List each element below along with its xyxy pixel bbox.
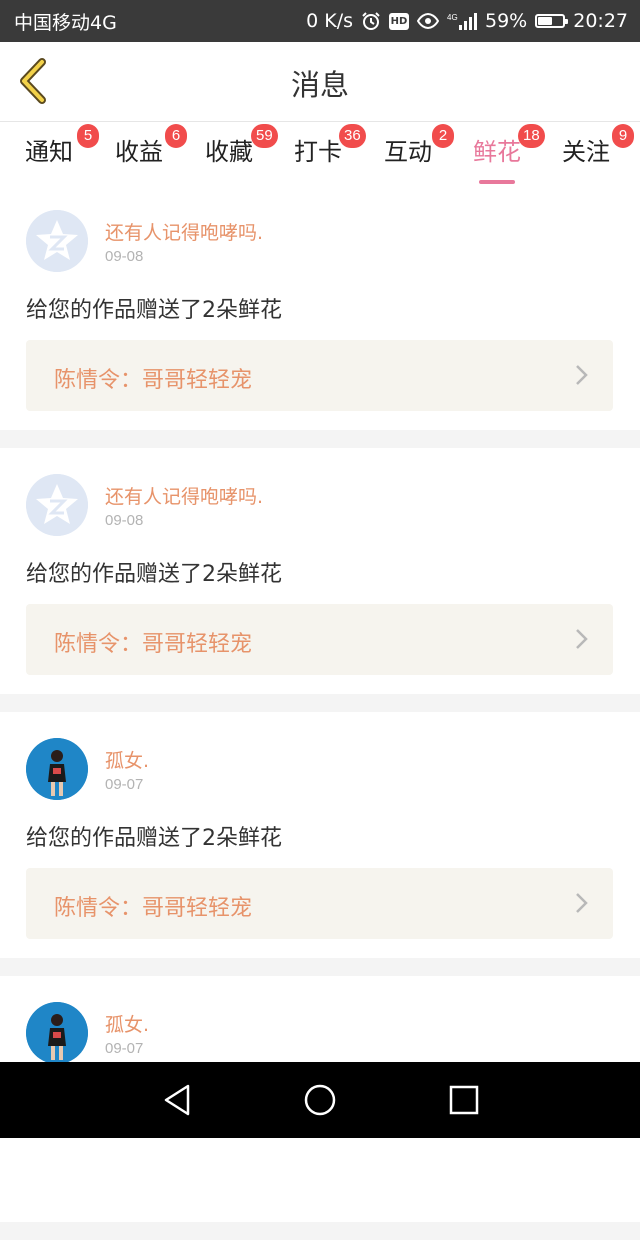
message-date: 09-08 bbox=[105, 248, 144, 265]
user-photo-icon bbox=[26, 738, 88, 800]
tab-interaction[interactable]: 互动 2 bbox=[384, 124, 454, 167]
avatar[interactable] bbox=[26, 474, 88, 536]
signal-icon: 4G bbox=[447, 12, 477, 30]
tab-label: 收藏 bbox=[205, 138, 253, 166]
message-text: 给您的作品赠送了2朵鲜花 bbox=[26, 298, 282, 323]
circle-home-icon bbox=[304, 1084, 336, 1116]
net-speed: 0 K/s bbox=[306, 10, 353, 32]
avatar[interactable] bbox=[26, 1002, 88, 1064]
tab-flowers[interactable]: 鲜花 18 bbox=[473, 124, 545, 184]
status-indicators: 0 K/s HD 4G 59% 20:27 bbox=[306, 10, 628, 32]
svg-text:4G: 4G bbox=[447, 13, 458, 22]
nav-recents-button[interactable] bbox=[446, 1082, 482, 1122]
tab-favorites[interactable]: 收藏 59 bbox=[205, 124, 278, 167]
unread-badge: 18 bbox=[518, 124, 545, 148]
work-title: 陈情令：哥哥轻轻宠 bbox=[54, 632, 253, 657]
avatar[interactable] bbox=[26, 210, 88, 272]
list-item: 还有人记得咆哮吗. 09-08 给您的作品赠送了2朵鲜花 陈情令：哥哥轻轻宠 bbox=[0, 184, 640, 430]
page-title: 消息 bbox=[290, 68, 349, 102]
message-date: 09-08 bbox=[105, 512, 144, 529]
list-item: 还有人记得咆哮吗. 09-08 给您的作品赠送了2朵鲜花 陈情令：哥哥轻轻宠 bbox=[0, 448, 640, 694]
nav-back-button[interactable] bbox=[160, 1082, 196, 1122]
unread-badge: 2 bbox=[432, 124, 454, 148]
system-nav-bar bbox=[0, 1062, 640, 1138]
eye-icon bbox=[417, 13, 439, 29]
sender-name[interactable]: 孤女. bbox=[105, 1010, 149, 1037]
default-avatar-icon bbox=[26, 474, 88, 536]
chevron-right-icon bbox=[576, 893, 588, 913]
tab-label: 关注 bbox=[562, 138, 610, 166]
tab-checkin[interactable]: 打卡 36 bbox=[294, 124, 366, 167]
carrier-label: 中国移动4G bbox=[14, 11, 117, 34]
default-avatar-icon bbox=[26, 210, 88, 272]
alarm-icon bbox=[361, 11, 381, 31]
square-recents-icon bbox=[449, 1085, 479, 1115]
tab-label: 鲜花 bbox=[473, 138, 521, 166]
work-link[interactable]: 陈情令：哥哥轻轻宠 bbox=[26, 868, 613, 939]
unread-badge: 9 bbox=[612, 124, 634, 148]
sender-name[interactable]: 还有人记得咆哮吗. bbox=[105, 482, 263, 509]
tab-label: 互动 bbox=[384, 138, 432, 166]
list-item: 孤女. 09-07 给您的作品赠送了2朵鲜花 陈情令：哥哥轻轻宠 bbox=[0, 712, 640, 958]
chevron-right-icon bbox=[576, 365, 588, 385]
sender-name[interactable]: 孤女. bbox=[105, 746, 149, 773]
chevron-right-icon bbox=[576, 629, 588, 649]
hd-icon: HD bbox=[389, 12, 409, 30]
battery-fill bbox=[538, 17, 553, 25]
work-title: 陈情令：哥哥轻轻宠 bbox=[54, 368, 253, 393]
tab-label: 收益 bbox=[115, 138, 163, 166]
header-bar: 消息 bbox=[0, 42, 640, 122]
battery-icon bbox=[535, 14, 569, 28]
user-photo-icon bbox=[26, 1002, 88, 1064]
work-title: 陈情令：哥哥轻轻宠 bbox=[54, 896, 253, 921]
unread-badge: 59 bbox=[251, 124, 278, 148]
unread-badge: 5 bbox=[77, 124, 99, 148]
battery-percent: 59% bbox=[485, 10, 528, 32]
tab-notice[interactable]: 通知 5 bbox=[25, 124, 99, 167]
message-text: 给您的作品赠送了2朵鲜花 bbox=[26, 826, 282, 851]
tab-bar: 通知 5 收益 6 收藏 59 打卡 36 互动 2 鲜花 18 关注 9 bbox=[0, 122, 640, 184]
tab-label: 打卡 bbox=[294, 138, 342, 166]
status-bar: 中国移动4G 0 K/s HD 4G 59% 20:27 bbox=[0, 0, 640, 42]
work-link[interactable]: 陈情令：哥哥轻轻宠 bbox=[26, 604, 613, 675]
message-text: 给您的作品赠送了2朵鲜花 bbox=[26, 562, 282, 587]
message-date: 09-07 bbox=[105, 1040, 144, 1057]
unread-badge: 6 bbox=[165, 124, 187, 148]
tab-follow[interactable]: 关注 9 bbox=[562, 124, 634, 167]
avatar[interactable] bbox=[26, 738, 88, 800]
nav-home-button[interactable] bbox=[302, 1082, 338, 1122]
triangle-back-icon bbox=[164, 1084, 190, 1116]
tab-income[interactable]: 收益 6 bbox=[115, 124, 187, 167]
unread-badge: 36 bbox=[339, 124, 366, 148]
sender-name[interactable]: 还有人记得咆哮吗. bbox=[105, 218, 263, 245]
tab-label: 通知 bbox=[25, 138, 73, 166]
work-link[interactable]: 陈情令：哥哥轻轻宠 bbox=[26, 340, 613, 411]
clock: 20:27 bbox=[573, 10, 628, 32]
message-date: 09-07 bbox=[105, 776, 144, 793]
